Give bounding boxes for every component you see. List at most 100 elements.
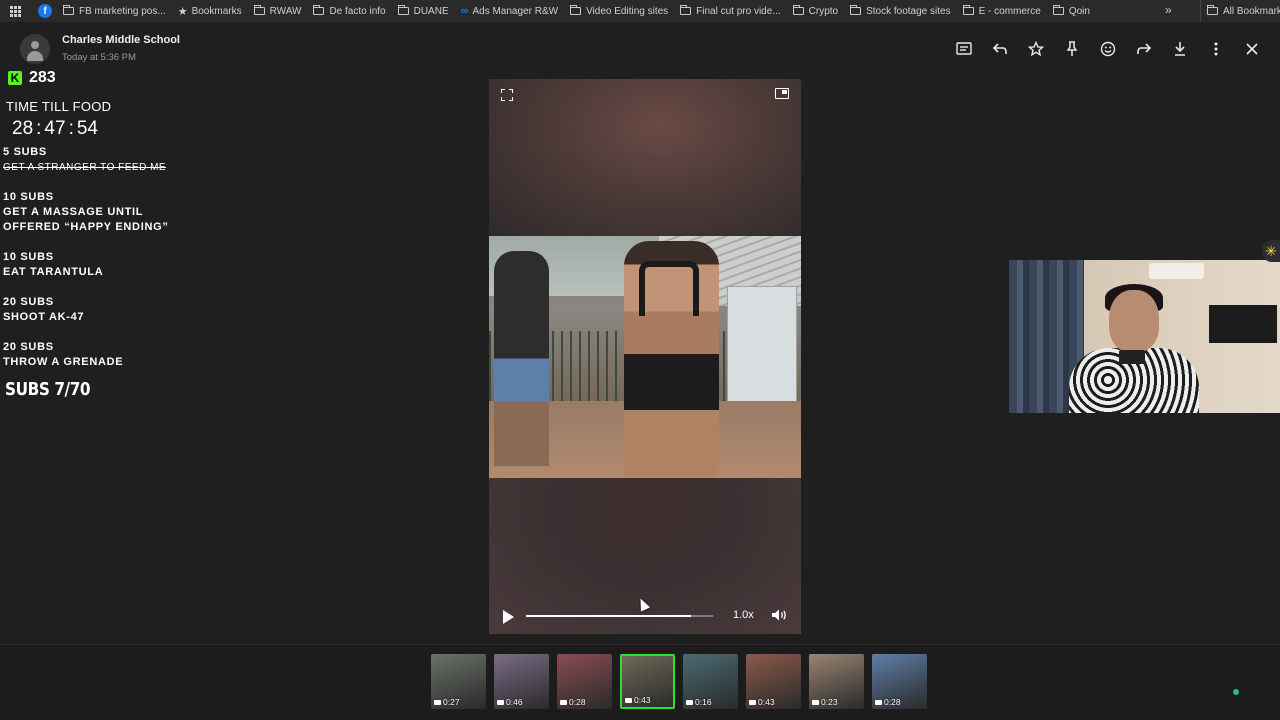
- bookmark-label: DUANE: [413, 5, 449, 17]
- star-icon: ★: [177, 5, 188, 18]
- reply-icon[interactable]: [982, 38, 1018, 60]
- bookmark-label: Qoin: [1068, 5, 1090, 17]
- video-player[interactable]: 1.0x: [489, 79, 801, 634]
- seek-bar-progress: [526, 615, 691, 617]
- fullscreen-icon[interactable]: [501, 89, 513, 101]
- video-thumbnail[interactable]: 0:28: [872, 654, 927, 709]
- kick-viewer-count: K 283: [8, 69, 56, 87]
- picture-in-picture-icon[interactable]: [775, 88, 789, 99]
- sub-goal: 20 SUBS SHOOT AK-47: [3, 295, 84, 325]
- bookmark-item[interactable]: ★ Bookmarks: [178, 5, 242, 18]
- thumbnail-duration: 0:27: [434, 697, 460, 707]
- avatar[interactable]: [20, 34, 50, 64]
- video-camera-icon: [497, 699, 504, 705]
- streamer: [1069, 284, 1199, 413]
- facebook-icon[interactable]: f: [38, 4, 52, 18]
- thumbnail-duration: 0:43: [749, 697, 775, 707]
- sub-goal: 20 SUBS THROW A GRENADE: [3, 340, 123, 370]
- pin-icon[interactable]: [1054, 38, 1090, 60]
- bookmark-item[interactable]: Crypto: [792, 5, 838, 17]
- folder-icon: [1207, 5, 1218, 15]
- close-icon[interactable]: [1234, 38, 1270, 60]
- thumbnail-duration: 0:46: [497, 697, 523, 707]
- timer-hours: 28: [12, 118, 34, 139]
- sub-goal: 10 SUBS EAT TARANTULA: [3, 250, 103, 280]
- star-icon[interactable]: [1018, 38, 1054, 60]
- food-timer: 28 : 47 : 54: [12, 118, 98, 139]
- folder-icon: [680, 5, 692, 15]
- download-icon[interactable]: [1162, 38, 1198, 60]
- duration-text: 0:27: [443, 697, 460, 707]
- timer-minutes: 47: [44, 118, 66, 139]
- video-thumbnail[interactable]: 0:43: [746, 654, 801, 709]
- folder-icon: [962, 5, 974, 15]
- message-icon[interactable]: [946, 38, 982, 60]
- duration-text: 0:43: [634, 695, 651, 705]
- goal-description: GET A MASSAGE UNTIL: [3, 206, 144, 218]
- person-left: [494, 251, 549, 466]
- bookmark-item[interactable]: Qoin: [1052, 5, 1090, 17]
- message-time: Today at 5:36 PM: [62, 52, 136, 63]
- thumbnail-duration: 0:43: [625, 695, 651, 705]
- video-camera-icon: [812, 699, 819, 705]
- forward-icon[interactable]: [1126, 38, 1162, 60]
- extension-icon[interactable]: ✳: [1262, 240, 1280, 262]
- video-camera-icon: [560, 699, 567, 705]
- duration-text: 0:28: [569, 697, 586, 707]
- video-camera-icon: [749, 699, 756, 705]
- video-thumbnail[interactable]: 0:16: [683, 654, 738, 709]
- video-frame: [489, 236, 801, 478]
- status-dot: [1233, 689, 1239, 695]
- video-thumbnail[interactable]: 0:43: [620, 654, 675, 709]
- playback-speed-button[interactable]: 1.0x: [733, 609, 754, 621]
- folder-icon: [313, 5, 325, 15]
- video-thumbnail[interactable]: 0:46: [494, 654, 549, 709]
- bookmark-item[interactable]: E - commerce: [962, 5, 1041, 17]
- video-camera-icon: [625, 697, 632, 703]
- goal-title: 20 SUBS: [3, 296, 54, 308]
- thumbnail-duration: 0:23: [812, 697, 838, 707]
- duration-text: 0:16: [695, 697, 712, 707]
- video-thumbnail[interactable]: 0:28: [557, 654, 612, 709]
- bookmark-item[interactable]: Video Editing sites: [570, 5, 669, 17]
- folder-icon: [792, 5, 804, 15]
- bookmark-item[interactable]: De facto info: [313, 5, 386, 17]
- thumbnail-list: 0:27 0:46 0:28 0:43 0:16 0:43 0:23 0:28: [431, 654, 935, 709]
- bookmark-item[interactable]: FB marketing pos...: [63, 5, 166, 17]
- bookmark-item[interactable]: ∞ Ads Manager R&W: [461, 5, 558, 17]
- play-icon[interactable]: [503, 610, 514, 624]
- folder-icon: [63, 5, 74, 15]
- duration-text: 0:46: [506, 697, 523, 707]
- bookmark-label: Bookmarks: [191, 5, 242, 17]
- seek-bar[interactable]: [526, 615, 713, 617]
- duration-text: 0:28: [884, 697, 901, 707]
- more-icon[interactable]: [1198, 38, 1234, 60]
- video-camera-icon: [875, 699, 882, 705]
- bookmark-item[interactable]: DUANE: [397, 5, 449, 17]
- bookmark-item[interactable]: Stock footage sites: [850, 5, 951, 17]
- video-thumbnail[interactable]: 0:27: [431, 654, 486, 709]
- duration-text: 0:43: [758, 697, 775, 707]
- video-thumbnail[interactable]: 0:23: [809, 654, 864, 709]
- goal-description: THROW A GRENADE: [3, 356, 124, 368]
- apps-grid-icon[interactable]: [0, 0, 30, 22]
- kick-logo-icon: K: [8, 71, 22, 85]
- bookmark-item[interactable]: Final cut pro vide...: [680, 5, 781, 17]
- meta-icon: ∞: [460, 5, 469, 17]
- volume-icon[interactable]: [771, 608, 789, 625]
- goal-title: 10 SUBS: [3, 191, 54, 203]
- emoji-icon[interactable]: [1090, 38, 1126, 60]
- viewer-toolbar: [946, 38, 1270, 60]
- bookmark-label: Video Editing sites: [586, 5, 669, 17]
- folder-icon: [570, 5, 582, 15]
- bookmarks-overflow-icon[interactable]: »: [1165, 3, 1172, 17]
- video-camera-icon: [686, 699, 693, 705]
- bookmark-item[interactable]: RWAW: [253, 5, 301, 17]
- thumbnail-duration: 0:28: [875, 697, 901, 707]
- bookmark-label: Ads Manager R&W: [472, 5, 559, 17]
- sub-goal: 5 SUBS GET A STRANGER TO FEED ME: [3, 145, 166, 175]
- goal-title: 10 SUBS: [3, 251, 54, 263]
- all-bookmarks[interactable]: All Bookmarks: [1200, 0, 1280, 22]
- video-camera-icon: [434, 699, 441, 705]
- folder-icon: [253, 5, 265, 15]
